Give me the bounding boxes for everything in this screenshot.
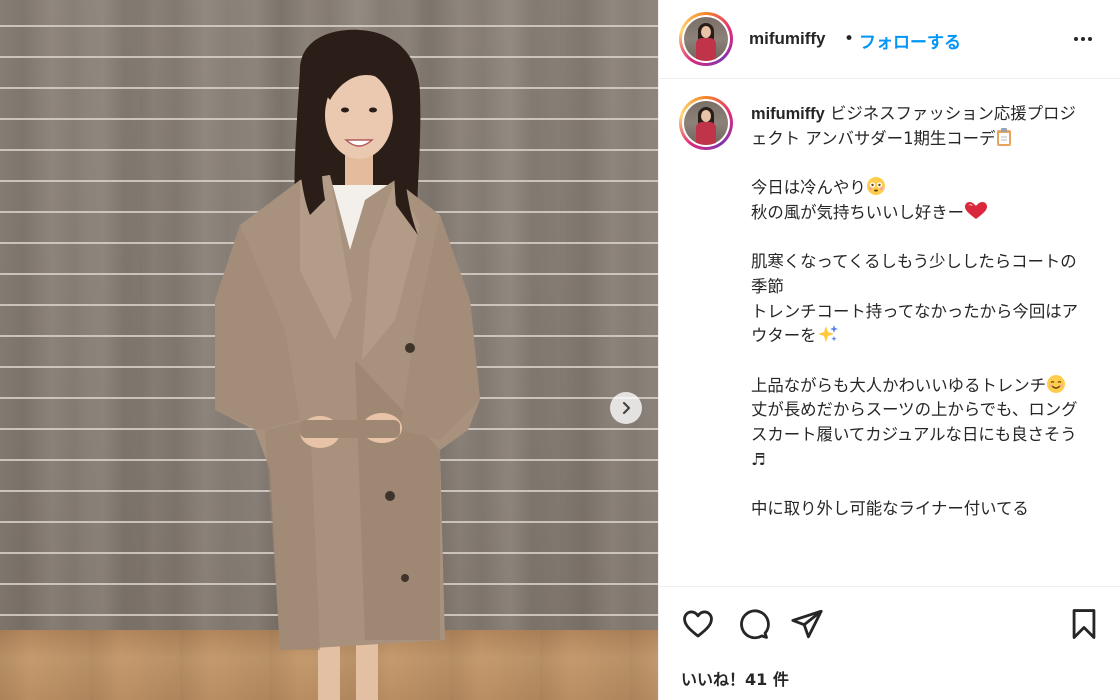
bookmark-icon[interactable]: [1067, 607, 1101, 641]
paper-plane-icon[interactable]: [790, 607, 824, 641]
smiling-face-icon: [1047, 374, 1066, 393]
sparkles-icon: [817, 325, 838, 343]
comment-icon[interactable]: [736, 607, 770, 641]
caption-line: トレンチコート持ってなかったから今回はアウターを: [751, 301, 1078, 346]
caption-avatar[interactable]: [679, 96, 733, 150]
caption-line: 秋の風が気持ちいいし好きー: [751, 202, 965, 222]
flushed-face-icon: [866, 177, 885, 196]
caption-line: 今日は冷んやり: [751, 178, 866, 198]
chevron-right-icon: [622, 401, 631, 415]
caption-line: 上品ながらも大人かわいいゆるトレンチ: [751, 375, 1047, 395]
caption-username[interactable]: mifumiffy: [751, 105, 825, 123]
header-separator: •: [844, 29, 855, 49]
carousel-next-button[interactable]: [610, 392, 642, 424]
action-bar: いいね！41 件: [659, 586, 1120, 700]
caption-text: mifumiffy ビジネスファッション応援プロジェクト アンバサダー1期生コー…: [751, 102, 1091, 522]
clipboard-icon: [997, 127, 1012, 146]
header-username[interactable]: mifumiffy: [749, 29, 826, 49]
caption-scroll-area[interactable]: mifumiffy ビジネスファッション応援プロジェクト アンバサダー1期生コー…: [659, 80, 1120, 586]
red-heart-icon: [965, 201, 988, 219]
heart-icon[interactable]: [681, 607, 715, 641]
caption-line: 肌寒くなってくるしもう少ししたらコートの季節: [751, 252, 1077, 296]
caption-line: 中に取り外し可能なライナー付いてる: [751, 499, 1029, 519]
post-header: mifumiffy • フォローする: [659, 0, 1120, 79]
follow-button[interactable]: フォローする: [859, 28, 961, 53]
post-side-panel: mifumiffy • フォローする mifumiffy ビジネスファッション応…: [658, 0, 1120, 700]
post-photo[interactable]: [0, 0, 658, 700]
caption-line: 丈が長めだからスーツの上からでも、ロングスカート履いてカジュアルな日にも良さそう…: [751, 400, 1078, 469]
more-horizontal-icon[interactable]: [1071, 27, 1095, 51]
likes-count[interactable]: いいね！41 件: [681, 666, 789, 690]
woman-in-trench-coat: [215, 29, 480, 700]
avatar[interactable]: [679, 12, 733, 66]
